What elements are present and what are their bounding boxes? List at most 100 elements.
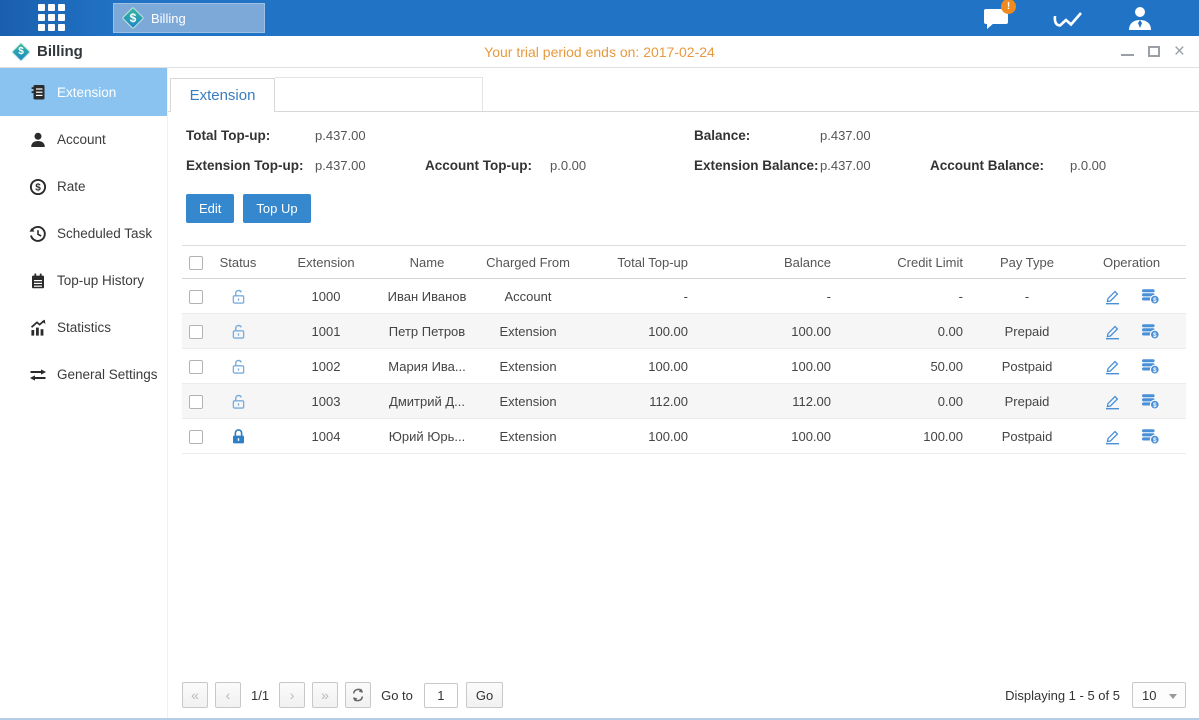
- tab-strip-empty-slot: [275, 77, 483, 111]
- col-total-topup: Total Top-up: [588, 246, 702, 279]
- row-checkbox[interactable]: [189, 395, 203, 409]
- first-page-button[interactable]: «: [182, 682, 208, 708]
- sidebar-item-account[interactable]: Account: [0, 116, 167, 163]
- messages-icon[interactable]: !: [979, 5, 1013, 31]
- status-lock-icon: [229, 357, 248, 372]
- edit-row-button[interactable]: [1102, 321, 1124, 341]
- unlocked-icon: [229, 322, 248, 341]
- account-person-icon: [29, 131, 47, 149]
- col-charged-from: Charged From: [468, 246, 588, 279]
- pagination-bar: « ‹ 1/1 › » Go to Go: [182, 681, 1186, 709]
- edit-row-button[interactable]: [1102, 426, 1124, 446]
- sidebar-item-label: Top-up History: [57, 273, 144, 288]
- sidebar-item-rate[interactable]: $ Rate: [0, 163, 167, 210]
- refresh-button[interactable]: [345, 682, 371, 708]
- sidebar-item-label: Statistics: [57, 320, 111, 335]
- cell-charged-from: Extension: [468, 419, 588, 454]
- svg-text:$: $: [35, 182, 41, 193]
- sidebar-item-scheduled-task[interactable]: Scheduled Task: [0, 210, 167, 257]
- unlocked-icon: [229, 357, 248, 376]
- minimize-icon[interactable]: [1121, 48, 1134, 56]
- svg-text:$: $: [1153, 297, 1157, 304]
- total-topup-label: Total Top-up:: [186, 128, 315, 143]
- user-account-icon[interactable]: [1123, 5, 1157, 31]
- taskbar-item-label: Billing: [151, 11, 186, 26]
- prev-page-button[interactable]: ‹: [215, 682, 241, 708]
- window-titlebar: $ Billing Your trial period ends on: 201…: [0, 36, 1199, 68]
- edit-row-button[interactable]: [1102, 286, 1124, 306]
- general-settings-sliders-icon: [29, 366, 47, 384]
- notification-badge: !: [1001, 0, 1016, 14]
- next-page-button[interactable]: ›: [279, 682, 305, 708]
- select-all-checkbox[interactable]: [189, 256, 203, 270]
- tab-extension[interactable]: Extension: [170, 78, 275, 112]
- tab-label: Extension: [190, 87, 256, 104]
- go-button[interactable]: Go: [466, 682, 503, 708]
- account-topup-value: p.0.00: [550, 158, 694, 173]
- top-up-row-button[interactable]: $: [1139, 426, 1161, 446]
- top-bar: $ Billing !: [0, 0, 1199, 36]
- goto-page-input[interactable]: [424, 683, 458, 708]
- sidebar: Extension Account $ Rate: [0, 68, 168, 718]
- svg-text:$: $: [1153, 437, 1157, 444]
- extension-balance-label: Extension Balance:: [694, 158, 820, 173]
- refresh-icon: [351, 688, 365, 702]
- row-checkbox[interactable]: [189, 360, 203, 374]
- top-up-row-button[interactable]: $: [1139, 286, 1161, 306]
- displaying-text: Displaying 1 - 5 of 5: [1005, 688, 1120, 703]
- extension-topup-value: p.437.00: [315, 158, 425, 173]
- table-row: 1003 Дмитрий Д... Extension 112.00 112.0…: [182, 384, 1186, 419]
- cell-name: Мария Ива...: [386, 349, 468, 384]
- sidebar-item-general-settings[interactable]: General Settings: [0, 351, 167, 398]
- col-extension: Extension: [266, 246, 386, 279]
- table-row: 1004 Юрий Юрь... Extension 100.00 100.00…: [182, 419, 1186, 454]
- scheduled-task-history-icon: [29, 225, 47, 243]
- close-icon[interactable]: ×: [1174, 42, 1185, 61]
- app-grid-icon[interactable]: [38, 4, 66, 32]
- goto-label: Go to: [381, 688, 413, 703]
- cell-extension: 1004: [266, 419, 386, 454]
- row-checkbox[interactable]: [189, 325, 203, 339]
- reports-chart-icon[interactable]: [1051, 5, 1085, 31]
- coins-topup-icon: $: [1141, 288, 1160, 305]
- top-up-row-button[interactable]: $: [1139, 321, 1161, 341]
- top-up-button[interactable]: Top Up: [243, 194, 310, 223]
- svg-text:$: $: [1153, 332, 1157, 339]
- page-size-select[interactable]: 10: [1132, 682, 1186, 708]
- coins-topup-icon: $: [1141, 393, 1160, 410]
- cell-credit-limit: 100.00: [845, 419, 977, 454]
- table-row: 1001 Петр Петров Extension 100.00 100.00…: [182, 314, 1186, 349]
- sidebar-item-topup-history[interactable]: Top-up History: [0, 257, 167, 304]
- cell-balance: 100.00: [702, 419, 845, 454]
- row-checkbox[interactable]: [189, 430, 203, 444]
- extension-balance-value: p.437.00: [820, 158, 930, 173]
- sidebar-item-extension[interactable]: Extension: [0, 68, 167, 116]
- col-credit-limit: Credit Limit: [845, 246, 977, 279]
- top-up-row-button[interactable]: $: [1139, 356, 1161, 376]
- tab-strip: Extension: [168, 68, 1199, 112]
- edit-button[interactable]: Edit: [186, 194, 234, 223]
- cell-credit-limit: 50.00: [845, 349, 977, 384]
- pencil-icon: [1104, 428, 1121, 445]
- cell-balance: 100.00: [702, 349, 845, 384]
- row-checkbox[interactable]: [189, 290, 203, 304]
- main-content: Extension Total Top-up: p.437.00 Balance…: [168, 68, 1199, 718]
- edit-row-button[interactable]: [1102, 391, 1124, 411]
- edit-row-button[interactable]: [1102, 356, 1124, 376]
- table-row: 1000 Иван Иванов Account - - - - $: [182, 279, 1186, 314]
- cell-pay-type: -: [977, 279, 1077, 314]
- billing-app-icon: $: [123, 8, 143, 28]
- col-status: Status: [210, 246, 266, 279]
- sidebar-item-statistics[interactable]: Statistics: [0, 304, 167, 351]
- top-up-row-button[interactable]: $: [1139, 391, 1161, 411]
- table-header-row: Status Extension Name Charged From Total…: [182, 246, 1186, 279]
- cell-total-topup: 112.00: [588, 384, 702, 419]
- last-page-button[interactable]: »: [312, 682, 338, 708]
- chevron-down-icon: [1169, 694, 1177, 699]
- maximize-icon[interactable]: [1148, 46, 1160, 57]
- cell-charged-from: Extension: [468, 314, 588, 349]
- cell-pay-type: Prepaid: [977, 384, 1077, 419]
- taskbar-item-billing[interactable]: $ Billing: [113, 3, 265, 33]
- col-name: Name: [386, 246, 468, 279]
- billing-window: $ Billing Your trial period ends on: 201…: [0, 36, 1199, 720]
